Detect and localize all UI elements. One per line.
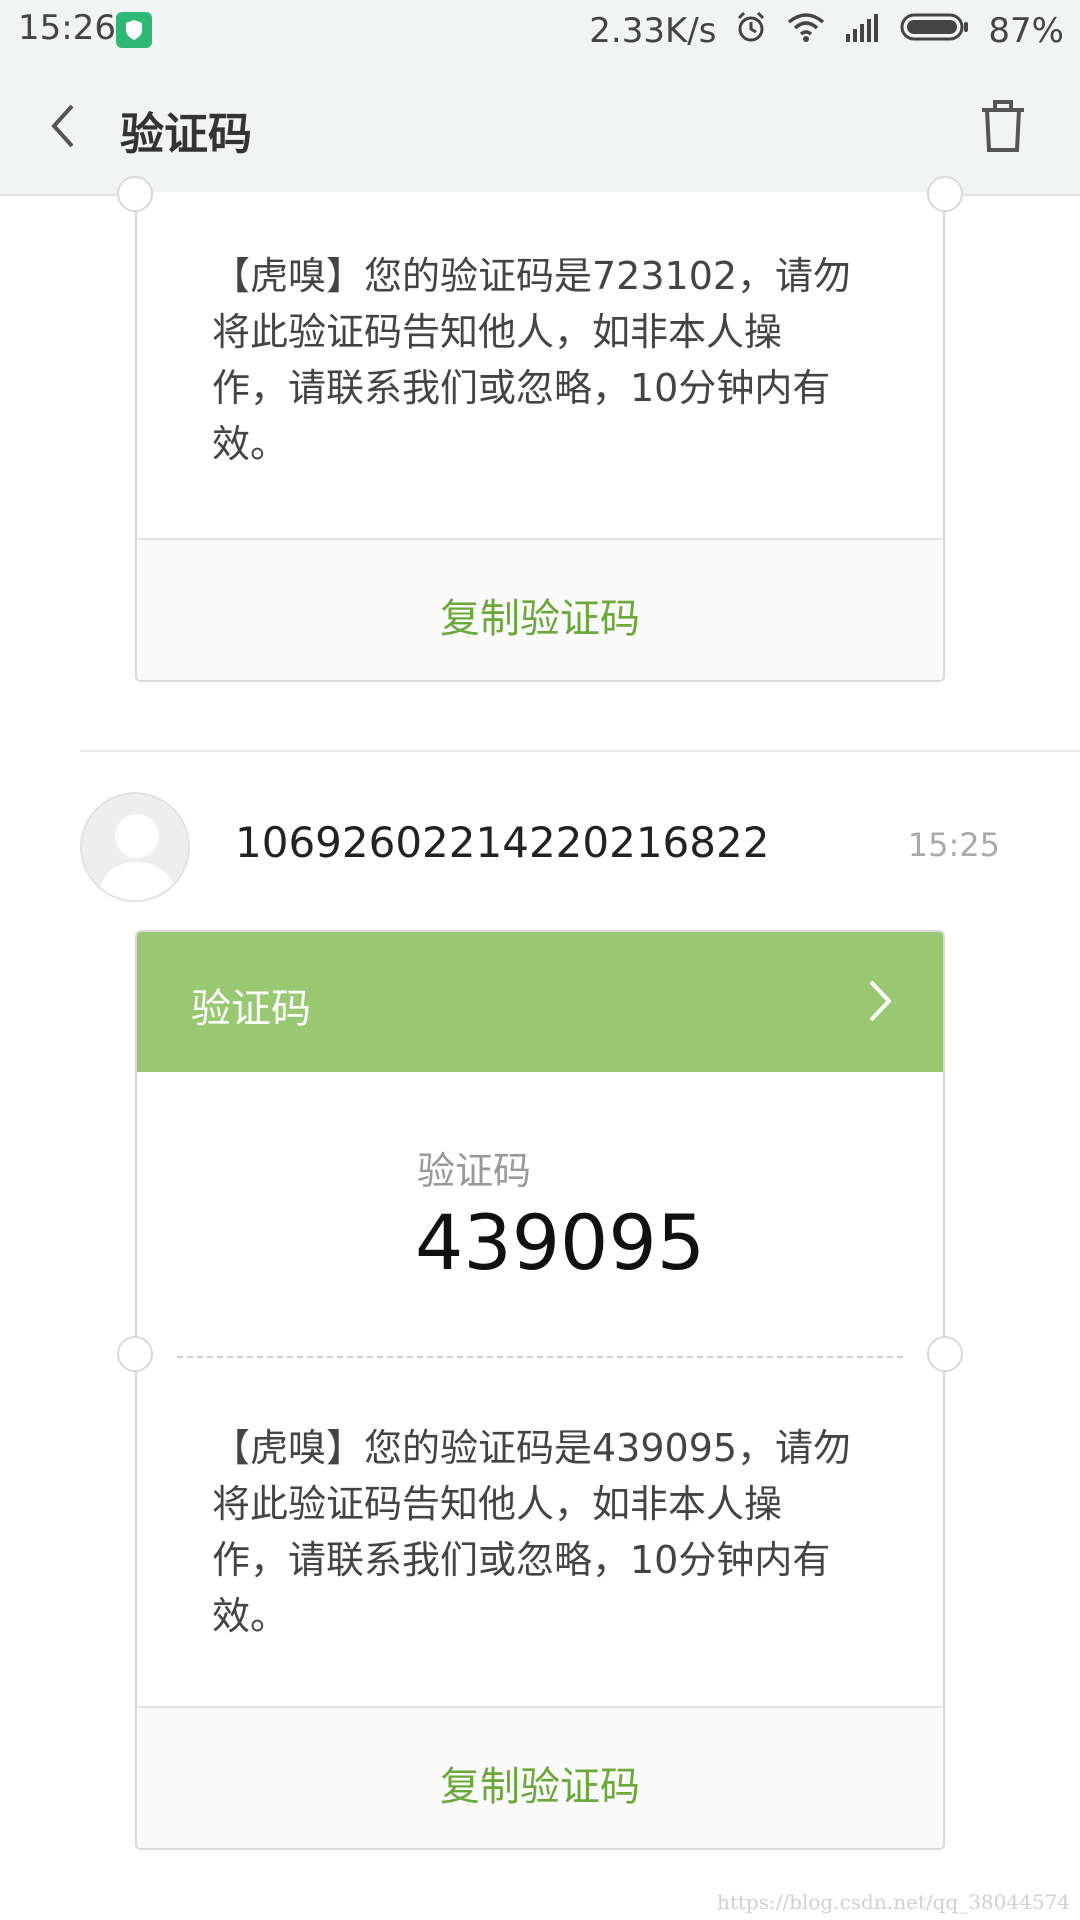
message-time: 15:25 xyxy=(907,826,1000,864)
message-text: 【虎嗅】您的验证码是723102，请勿将此验证码告知他人，如非本人操作，请联系我… xyxy=(212,254,852,466)
chevron-right-icon xyxy=(865,976,895,1030)
status-bar: 15:26 2.33K/s 87% xyxy=(0,0,1080,62)
ticket-notch-right xyxy=(927,1336,963,1372)
verification-card-header[interactable]: 验证码 xyxy=(137,932,943,1072)
sender-number: 10692602214220216822 xyxy=(235,818,770,867)
trash-icon[interactable] xyxy=(978,98,1028,154)
alarm-icon xyxy=(734,10,768,53)
page-title: 验证码 xyxy=(120,109,252,160)
app-header: 验证码 xyxy=(0,62,1080,194)
ticket-notch-left xyxy=(117,1336,153,1372)
copy-code-area[interactable]: 复制验证码 xyxy=(137,538,943,680)
status-right: 2.33K/s 87% xyxy=(589,8,1064,54)
card-header-title: 验证码 xyxy=(191,986,311,1032)
ticket-notch-left xyxy=(117,176,153,212)
battery-level: 87% xyxy=(988,11,1064,51)
message-card-1: 【虎嗅】您的验证码是723102，请勿将此验证码告知他人，如非本人操作，请联系我… xyxy=(135,192,945,682)
chevron-left-icon[interactable] xyxy=(40,98,86,154)
security-shield-icon xyxy=(116,12,152,48)
battery-icon xyxy=(900,11,970,51)
copy-code-area[interactable]: 复制验证码 xyxy=(137,1706,943,1848)
message-divider xyxy=(80,750,1080,752)
wifi-icon xyxy=(786,11,826,52)
signal-icon xyxy=(844,11,882,51)
default-avatar-icon xyxy=(97,814,177,900)
copy-code-button[interactable]: 复制验证码 xyxy=(137,1754,943,1812)
message-card-2: 验证码 验证码 439095 【虎嗅】您的验证码是439095，请勿将此验证码告… xyxy=(135,930,945,1850)
top-bar: 15:26 2.33K/s 87% 验证码 xyxy=(0,0,1080,196)
dashed-separator xyxy=(177,1356,903,1358)
status-time: 15:26 xyxy=(18,8,116,48)
ticket-notch-right xyxy=(927,176,963,212)
code-label: 验证码 xyxy=(417,1149,532,1193)
verification-code[interactable]: 439095 xyxy=(415,1198,705,1287)
avatar[interactable] xyxy=(80,792,190,902)
watermark: https://blog.csdn.net/qq_38044574 xyxy=(716,1890,1070,1914)
copy-code-button[interactable]: 复制验证码 xyxy=(137,586,943,644)
network-speed: 2.33K/s xyxy=(589,11,717,51)
message-text: 【虎嗅】您的验证码是439095，请勿将此验证码告知他人，如非本人操作，请联系我… xyxy=(212,1426,852,1638)
